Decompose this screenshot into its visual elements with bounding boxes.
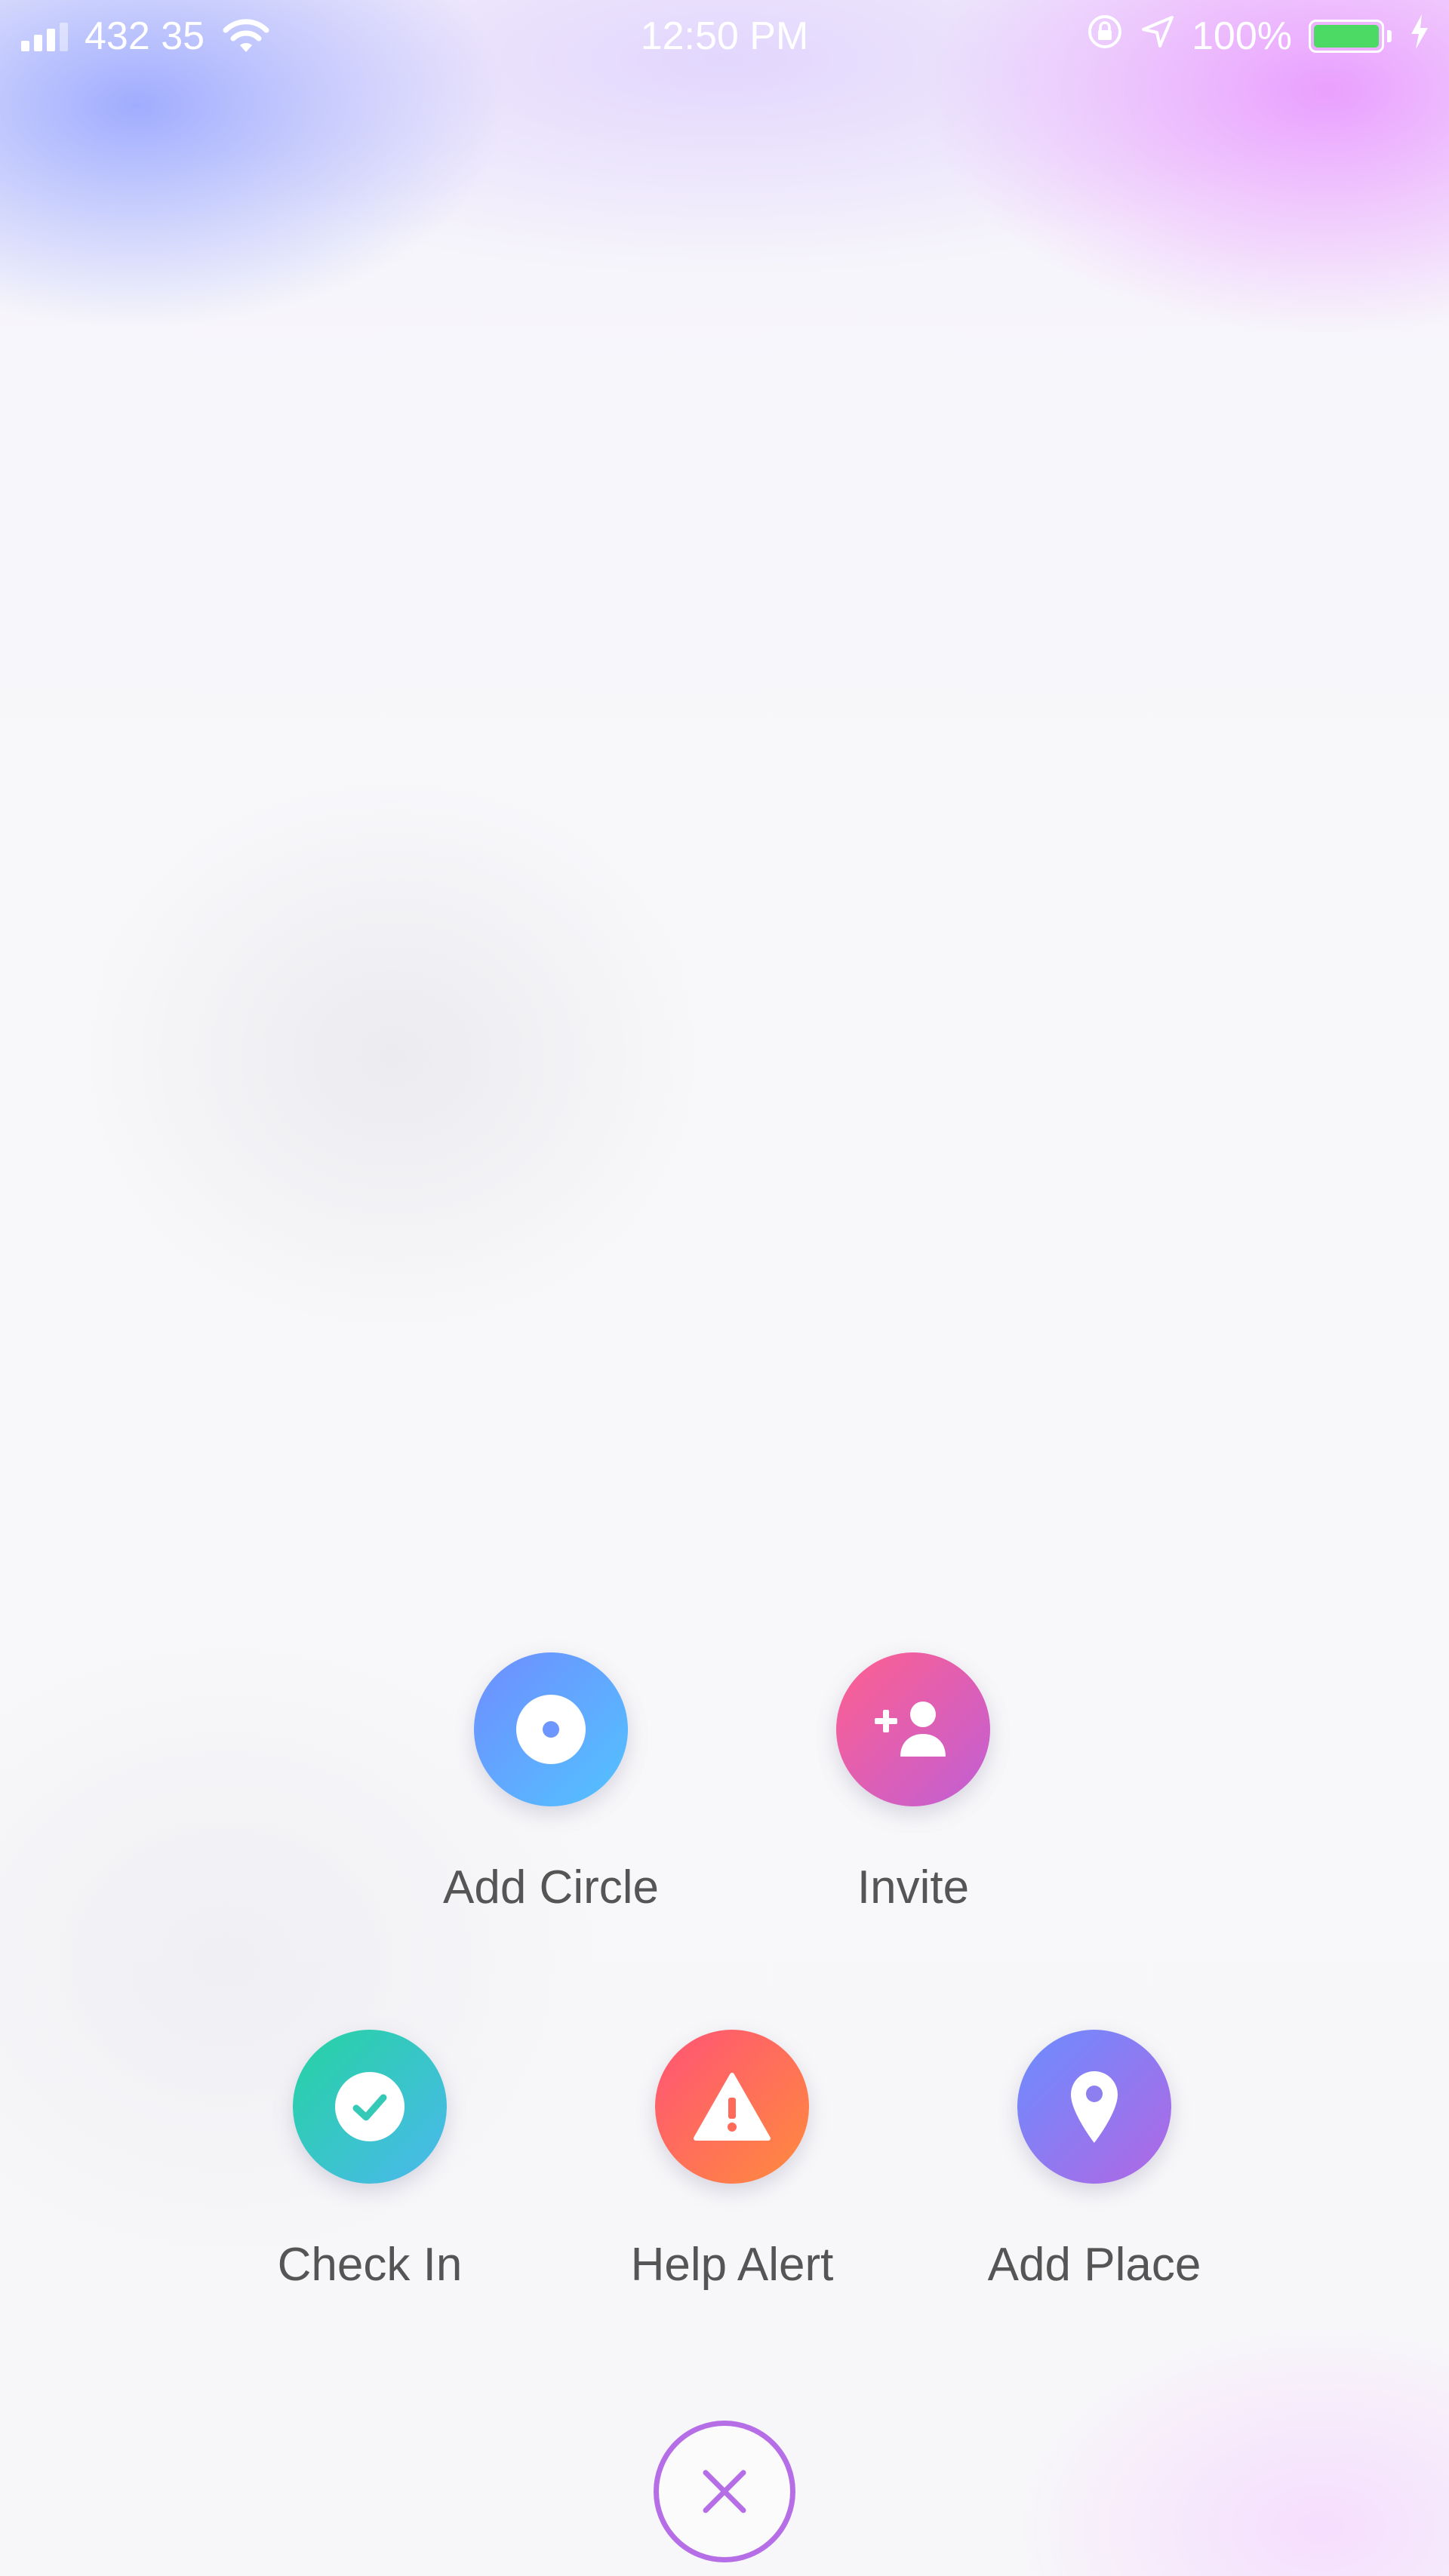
- check-in-button[interactable]: [293, 2030, 447, 2184]
- add-place-label: Add Place: [987, 2239, 1201, 2291]
- map-pin-icon: [1071, 2071, 1118, 2143]
- location-arrow-icon: [1140, 14, 1175, 59]
- help-alert-button[interactable]: [655, 2030, 809, 2184]
- add-place-action[interactable]: Add Place: [943, 2030, 1245, 2292]
- battery-icon: [1309, 20, 1392, 53]
- invite-button[interactable]: [836, 1652, 990, 1806]
- action-menu-screen: 432 35 12:50 PM 100% Add Circle Invite C…: [0, 0, 1449, 2576]
- check-in-label: Check In: [277, 2239, 463, 2291]
- check-in-action[interactable]: Check In: [219, 2030, 521, 2292]
- status-bar-right: 100%: [1086, 12, 1431, 60]
- add-place-button[interactable]: [1017, 2030, 1171, 2184]
- add-circle-action[interactable]: Add Circle: [400, 1652, 702, 1915]
- close-icon: [703, 2470, 746, 2513]
- invite-label: Invite: [857, 1861, 970, 1914]
- invite-action[interactable]: Invite: [762, 1652, 1064, 1915]
- close-button[interactable]: [654, 2421, 795, 2562]
- orientation-lock-icon: [1086, 13, 1124, 60]
- help-alert-label: Help Alert: [630, 2239, 834, 2291]
- warning-icon: [694, 2073, 771, 2141]
- add-circle-button[interactable]: [474, 1652, 628, 1806]
- add-circle-label: Add Circle: [443, 1861, 659, 1914]
- check-icon: [335, 2072, 405, 2141]
- battery-percent: 100%: [1192, 14, 1292, 58]
- circle-dot-icon: [516, 1695, 586, 1764]
- charging-bolt-icon: [1408, 13, 1431, 60]
- help-alert-action[interactable]: Help Alert: [581, 2030, 883, 2292]
- status-bar: 432 35 12:50 PM 100%: [0, 0, 1449, 72]
- add-person-icon: [875, 1701, 946, 1757]
